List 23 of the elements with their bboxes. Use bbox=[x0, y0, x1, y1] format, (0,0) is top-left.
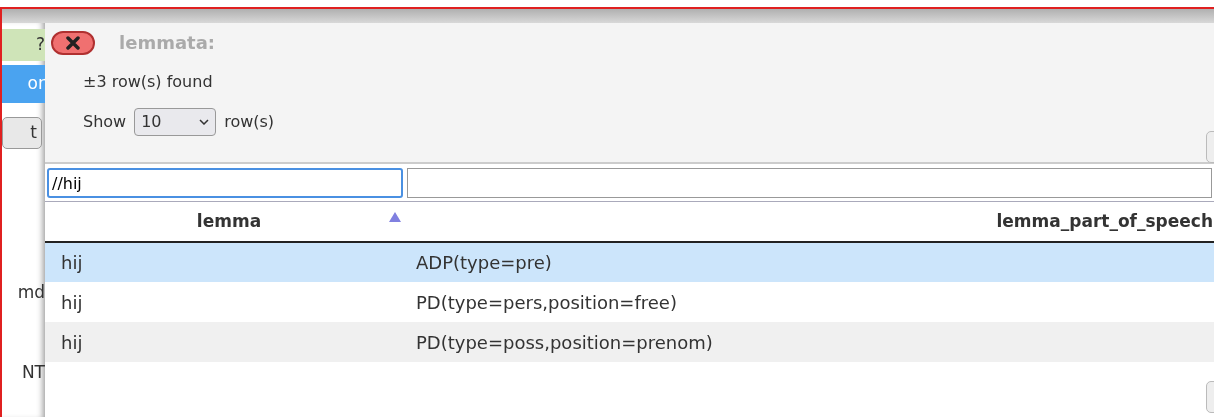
label-text: NT bbox=[20, 361, 45, 385]
tag-text: ? bbox=[2, 29, 45, 61]
table-cell: PD(type=poss,position=prenom) bbox=[416, 331, 713, 353]
show-label: Show bbox=[83, 111, 127, 133]
close-icon bbox=[66, 35, 80, 50]
sort-ascending-icon[interactable] bbox=[389, 212, 401, 222]
rows-label: row(s) bbox=[224, 111, 275, 133]
close-button[interactable] bbox=[51, 30, 95, 55]
result-count: ±3 row(s) found bbox=[83, 71, 214, 93]
table-cell: ADP(type=pre) bbox=[416, 252, 552, 273]
table-cell: hij bbox=[61, 331, 83, 353]
label-text: md bbox=[16, 281, 45, 305]
filter-field[interactable]: //hij bbox=[47, 168, 404, 198]
table-cell: hij bbox=[61, 291, 83, 313]
table-cell: hij bbox=[61, 252, 83, 273]
table-cell: PD(type=pers,position=free) bbox=[416, 291, 677, 313]
filter-field[interactable] bbox=[407, 168, 1212, 198]
dialog-title: lemmata: bbox=[119, 31, 215, 55]
column-header[interactable]: lemma_part_of_speech bbox=[996, 210, 1213, 231]
chevron-down-icon bbox=[199, 119, 210, 125]
column-header[interactable]: lemma bbox=[196, 210, 262, 231]
button[interactable]: t bbox=[2, 117, 42, 149]
page-size-select[interactable]: 10 bbox=[134, 108, 217, 136]
